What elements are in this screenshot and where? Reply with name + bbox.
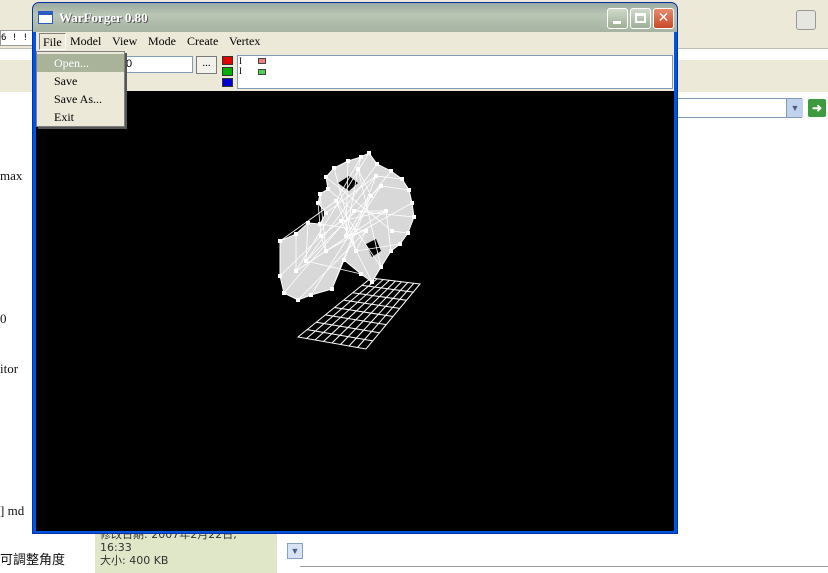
grid-line [340,281,402,345]
menu-view[interactable]: View [109,33,140,50]
mesh-vertex [278,239,282,243]
color-label-1: I [239,56,242,66]
mesh-vertex [324,211,328,215]
browse-button[interactable]: ... [196,56,217,74]
background-divider [300,566,828,567]
mesh-vertex [398,242,402,246]
green-color-swatch[interactable] [222,67,233,76]
background-text-md: ] md [0,503,25,518]
3d-viewport[interactable] [36,91,674,531]
maximize-button[interactable] [630,8,651,29]
background-text-chinese: 可調整角度 [0,553,66,568]
mesh-vertex [330,287,334,291]
file-dropdown-menu: Open... Save Save As... Exit [36,51,125,127]
background-text-zero: 0 [0,311,7,326]
menu-mode[interactable]: Mode [145,33,179,50]
minimize-button[interactable] [607,8,628,29]
color-label-2: I [239,66,242,76]
title-bar[interactable]: WarForger 0.80 ✕ [33,3,677,32]
mesh-vertex [367,151,371,155]
details-modified-time: 16:33 [100,541,132,554]
mesh-vertex [369,194,373,198]
background-scroll-down-button[interactable]: ▼ [287,543,303,559]
red-color-swatch[interactable] [222,56,233,65]
mesh-vertex [400,177,404,181]
vertex-value-input[interactable]: 0 [123,56,193,73]
mesh-vertex [342,258,346,262]
background-text-max: max [0,168,23,183]
menu-bar: File Model View Mode Create Vertex [36,32,674,51]
mesh-vertex [389,249,393,253]
close-icon: ✕ [657,10,670,26]
mesh-vertex [406,231,410,235]
background-ruler: 6 ! ! [0,30,36,46]
menu-model[interactable]: Model [67,33,104,50]
menu-item-open[interactable]: Open... [37,54,124,72]
menu-item-exit[interactable]: Exit [37,108,124,126]
mesh-vertex [294,269,298,273]
viewport-canvas[interactable] [36,91,674,531]
mesh-vertex [318,222,322,226]
menu-item-save[interactable]: Save [37,72,124,90]
mesh-vertex [339,219,343,223]
mesh-vertex [326,187,330,191]
toolbar-row: 0 ... I I [36,53,674,91]
mesh-vertex [324,175,328,179]
mesh-vertex [294,232,298,236]
mesh-vertex [318,192,322,196]
mesh-vertex [374,174,378,178]
mesh-vertex [356,167,360,171]
chevron-down-icon[interactable]: ▼ [786,99,803,117]
mesh-vertex [412,215,416,219]
mesh-vertex [410,201,414,205]
mesh-vertex [309,293,313,297]
mesh-vertex [332,166,336,170]
mesh-vertex [379,265,383,269]
menu-item-save-as[interactable]: Save As... [37,90,124,108]
mesh-vertex [389,169,393,173]
grid-line [348,282,409,347]
mesh-vertex [282,291,286,295]
background-minimize-button[interactable] [796,10,816,30]
mesh-vertex [319,234,323,238]
mesh-vertex [370,280,374,284]
menu-file[interactable]: File [39,33,66,50]
mesh-vertex [316,201,320,205]
window-title: WarForger 0.80 [59,10,148,25]
menu-vertex[interactable]: Vertex [226,33,263,50]
mini-red-swatch[interactable] [258,58,266,64]
grid-line [357,282,415,348]
mesh-vertex [344,234,348,238]
mesh-vertex [390,229,394,233]
background-address-combo[interactable] [674,98,802,118]
details-size: 大小: 400 KB [100,554,169,567]
mesh-vertex [407,188,411,192]
mesh-vertex [384,209,388,213]
mesh-vertex [296,298,300,302]
mesh-vertex [364,229,368,233]
mesh-vertex [304,259,308,263]
mesh-vertex [334,199,338,203]
close-button[interactable]: ✕ [653,8,674,29]
background-text-itor: itor [0,361,19,376]
go-arrow-icon[interactable]: ➜ [808,99,826,117]
mesh-vertex [278,274,282,278]
color-preview-panel: I I [237,55,673,89]
mesh-vertex [359,155,363,159]
mesh-vertex [359,272,363,276]
mesh-vertex [324,249,328,253]
mesh-vertex [379,184,383,188]
3d-model-mesh [278,151,416,302]
mesh-vertex [352,209,356,213]
blue-color-swatch[interactable] [222,78,233,87]
mesh-vertex [346,159,350,163]
app-window-icon[interactable] [38,11,53,24]
warforger-window: WarForger 0.80 ✕ File Model View Mode Cr… [32,2,678,534]
mesh-vertex [375,162,379,166]
mesh-vertex [306,221,310,225]
mesh-vertex [354,249,358,253]
menu-create[interactable]: Create [184,33,221,50]
window-client-area: File Model View Mode Create Vertex 0 ...… [36,32,674,531]
mini-green-swatch[interactable] [258,69,266,75]
